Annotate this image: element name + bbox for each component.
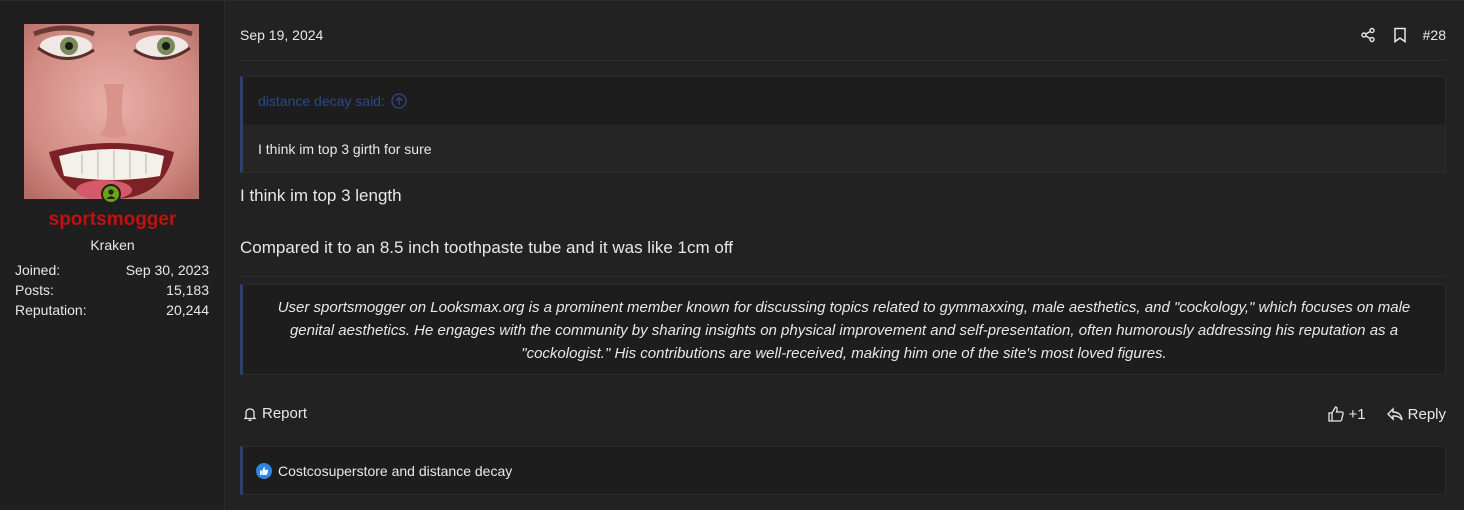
- signature: User sportsmogger on Looksmax.org is a p…: [240, 284, 1446, 375]
- quote-header[interactable]: distance decay said:: [243, 77, 1445, 125]
- post-actions: Report +1 Reply: [240, 405, 1446, 427]
- username-link[interactable]: sportsmogger: [0, 209, 225, 231]
- like-count: +1: [1348, 405, 1366, 423]
- user-icon: [106, 189, 116, 199]
- reply-button[interactable]: Reply: [1386, 406, 1446, 423]
- arrow-up-circle-icon[interactable]: [391, 93, 407, 109]
- report-label: Report: [262, 405, 308, 422]
- post-date[interactable]: Sep 19, 2024: [240, 27, 323, 43]
- divider: [240, 60, 1446, 61]
- reply-label: Reply: [1407, 405, 1446, 423]
- stat-posts: Posts: 15,183: [15, 282, 209, 302]
- post-actions-right: +1 Reply: [1327, 405, 1446, 423]
- stat-joined: Joined: Sep 30, 2023: [15, 262, 209, 282]
- user-column: sportsmogger Kraken Joined: Sep 30, 2023…: [0, 1, 225, 510]
- header-actions: #28: [1359, 26, 1446, 44]
- share-icon[interactable]: [1359, 26, 1377, 44]
- reactions-bar: Costcosuperstore and distance decay: [240, 446, 1446, 495]
- thumbs-up-icon: [1327, 406, 1344, 422]
- stat-label: Posts:: [15, 282, 54, 298]
- quote-block: distance decay said: I think im top 3 gi…: [240, 76, 1446, 173]
- bell-icon: [243, 407, 257, 421]
- stat-value[interactable]: 15,183: [166, 282, 209, 302]
- stat-label: Joined:: [15, 262, 61, 278]
- bookmark-icon[interactable]: [1391, 26, 1409, 44]
- user-stats: Joined: Sep 30, 2023 Posts: 15,183 Reput…: [15, 262, 209, 322]
- quote-text: I think im top 3 girth for sure: [243, 125, 1445, 172]
- online-status-icon: [101, 184, 121, 204]
- like-reaction-icon: [256, 462, 272, 479]
- stat-value: 20,244: [166, 302, 209, 318]
- reply-icon: [1386, 407, 1403, 421]
- stat-label: Reputation:: [15, 302, 87, 318]
- reactions-users-link[interactable]: Costcosuperstore and distance decay: [278, 463, 512, 479]
- post-main: Sep 19, 2024 #28 distance decay said: I …: [240, 1, 1446, 510]
- stat-reputation: Reputation: 20,244: [15, 302, 209, 322]
- user-title: Kraken: [90, 237, 135, 253]
- post-header: Sep 19, 2024 #28: [240, 26, 1446, 48]
- post-number-link[interactable]: #28: [1423, 27, 1446, 43]
- forum-post: sportsmogger Kraken Joined: Sep 30, 2023…: [0, 0, 1464, 510]
- message-line: Compared it to an 8.5 inch toothpaste tu…: [240, 238, 733, 257]
- divider: [240, 276, 1446, 277]
- like-button[interactable]: +1: [1327, 405, 1366, 423]
- avatar[interactable]: [24, 24, 199, 199]
- quote-author[interactable]: distance decay said:: [258, 93, 385, 109]
- stat-value: Sep 30, 2023: [125, 262, 209, 278]
- avatar-container: [24, 24, 199, 204]
- message-line: I think im top 3 length: [240, 186, 402, 205]
- report-button[interactable]: Report: [242, 405, 307, 422]
